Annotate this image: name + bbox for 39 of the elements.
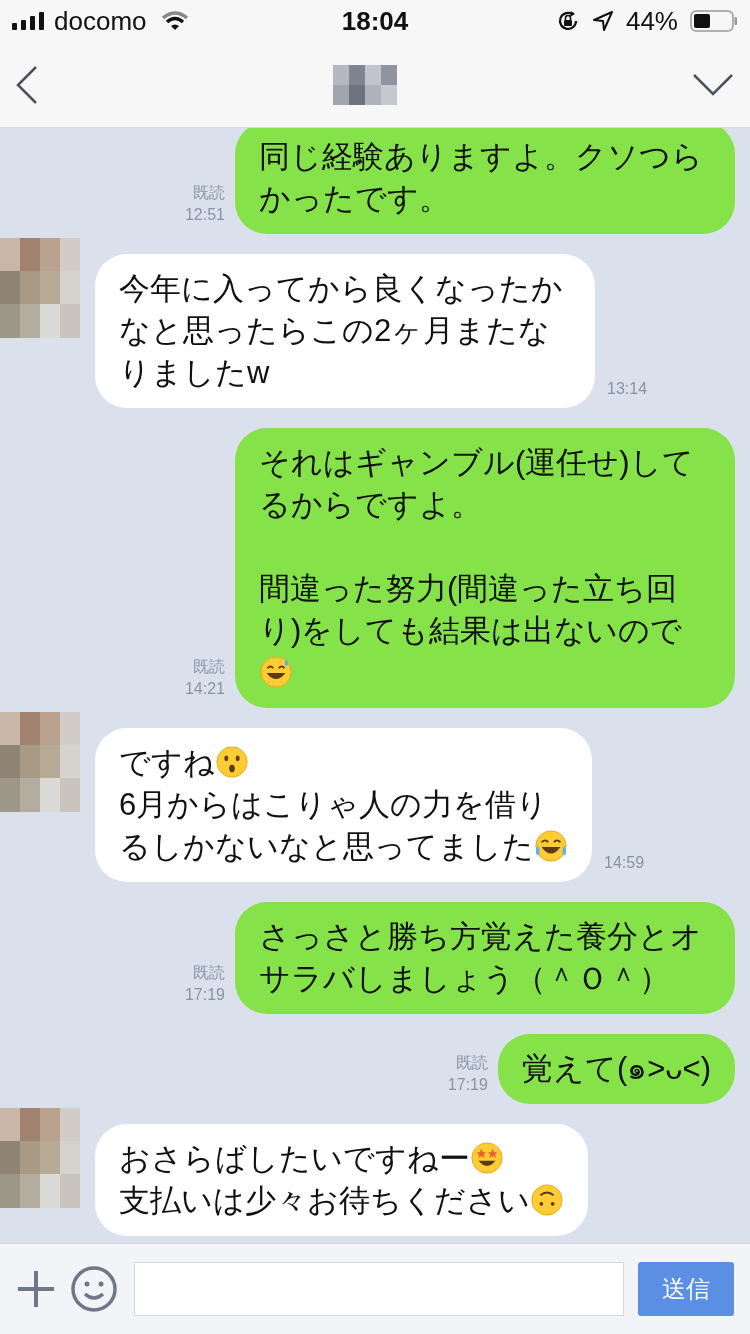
read-receipt: 既読 xyxy=(193,657,225,677)
back-icon[interactable] xyxy=(16,64,38,105)
wifi-icon xyxy=(160,11,189,31)
message-text: 覚えて(๑˃ᴗ˂) xyxy=(521,1051,711,1086)
battery-percent: 44% xyxy=(625,4,678,38)
message-text: おさらばしたいですねー xyxy=(119,1141,470,1176)
message-input-field[interactable] xyxy=(134,1262,624,1316)
message-time: 17:19 xyxy=(447,1075,488,1095)
sweat-smile-icon xyxy=(259,655,293,689)
battery-icon xyxy=(690,9,738,33)
emoji-icon[interactable] xyxy=(70,1265,118,1313)
laughing-tears-icon xyxy=(534,829,568,863)
message-text: 間違った努力(間違った立ち回り)をしても結果は出ないので xyxy=(259,570,684,650)
upside-down-face-icon xyxy=(530,1183,564,1217)
message-time: 14:59 xyxy=(604,853,645,873)
message-text: 同じ経験ありますよ。クソつらかったです。 xyxy=(259,139,703,216)
status-time: 18:04 xyxy=(341,4,409,38)
message-text: さっさと勝ち方覚えた養分とオサラバしましょう（＾Ｏ＾） xyxy=(259,919,702,996)
message-text: 今年に入ってから良くなったかなと思ったらこの2ヶ月またなりましたw xyxy=(119,271,563,390)
location-arrow-icon xyxy=(591,10,614,32)
chevron-down-icon[interactable] xyxy=(692,72,734,97)
message-text: 支払いは少々お待ちください xyxy=(119,1183,530,1218)
message-text: るしかないなと思ってました xyxy=(119,829,534,864)
message-time: 17:19 xyxy=(184,985,225,1005)
carrier-name: docomo xyxy=(54,4,147,38)
message-text: それはギャンブル(運任せ)してるからですよ。 xyxy=(259,445,694,522)
read-receipt: 既読 xyxy=(193,963,225,983)
message-time: 13:14 xyxy=(607,379,648,399)
send-button[interactable]: 送信 xyxy=(638,1262,734,1316)
signal-icon xyxy=(12,11,46,31)
message-text: 6月からはこりゃ人の力を借り xyxy=(119,787,549,822)
plus-icon[interactable] xyxy=(16,1269,56,1309)
read-receipt: 既読 xyxy=(455,1053,488,1073)
read-receipt: 既読 xyxy=(193,183,225,203)
star-eyes-icon xyxy=(470,1141,504,1175)
message-time: 14:21 xyxy=(184,679,225,699)
message-text: ですね xyxy=(119,745,215,780)
hushed-face-icon xyxy=(215,745,249,779)
message-time: 12:51 xyxy=(184,205,225,225)
